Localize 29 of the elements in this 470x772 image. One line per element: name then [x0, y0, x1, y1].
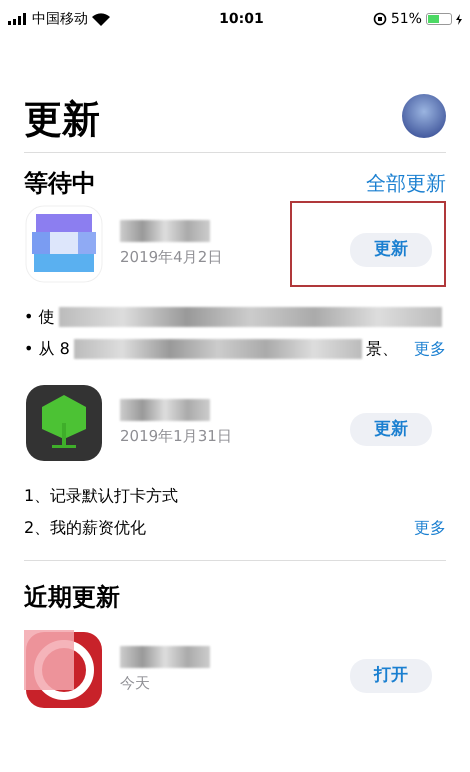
more-link[interactable]: 更多 — [398, 512, 446, 544]
blurred-app-icon — [24, 204, 104, 284]
tree-app-icon — [24, 383, 104, 464]
release-note: • 从 8 — [24, 338, 70, 360]
battery-icon — [426, 13, 452, 25]
wifi-icon — [92, 12, 110, 26]
update-button[interactable]: 更新 — [350, 233, 432, 266]
update-all-link[interactable]: 全部更新 — [366, 168, 446, 198]
update-button[interactable]: 更新 — [350, 412, 432, 446]
rotation-lock-icon — [372, 12, 387, 26]
carrier-name: 中国移动 — [32, 10, 88, 28]
battery-percent: 51% — [390, 10, 422, 28]
more-link[interactable]: 更多 — [398, 332, 446, 364]
update-date: 今天 — [120, 672, 151, 694]
release-note: 景、 — [366, 338, 398, 360]
release-note: 1、记录默认打卡方式 — [24, 485, 178, 507]
signal-icon — [8, 13, 28, 25]
page-title: 更新 — [24, 100, 100, 138]
update-date: 2019年1月31日 — [120, 426, 232, 447]
update-button[interactable]: 打开 — [350, 659, 432, 692]
release-note: • 使 — [24, 306, 55, 328]
app-icon — [24, 630, 104, 710]
section-heading: 等待中 — [24, 168, 96, 199]
clock: 10:01 — [219, 10, 264, 28]
avatar[interactable] — [402, 94, 446, 138]
update-date: 2019年4月2日 — [120, 246, 222, 268]
release-note: 2、我的薪资优化 — [24, 517, 146, 539]
charging-icon — [456, 14, 462, 24]
section-heading: 近期更新 — [24, 582, 120, 613]
